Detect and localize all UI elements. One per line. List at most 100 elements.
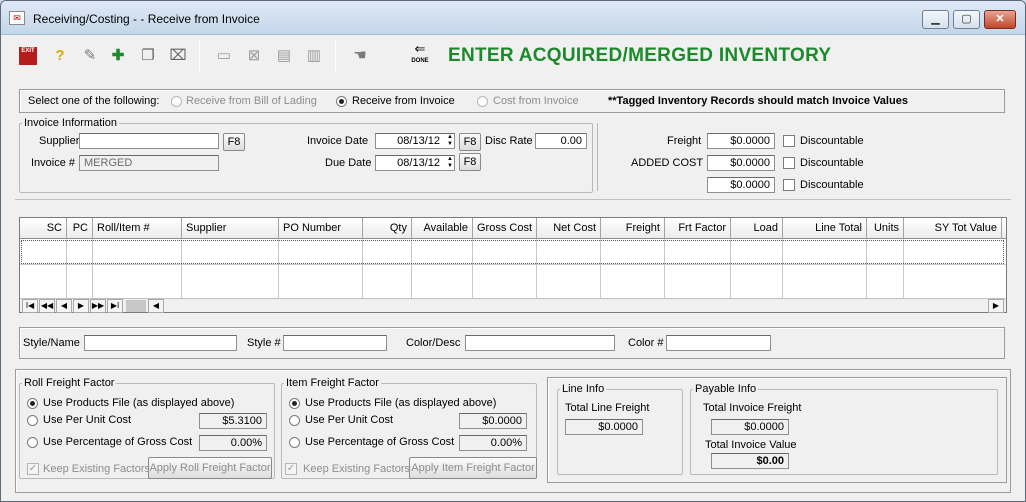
col-available[interactable]: Available bbox=[412, 218, 473, 239]
nav-prev-button[interactable]: ◀ bbox=[56, 299, 72, 313]
item-per-unit-input[interactable]: $0.0000 bbox=[459, 413, 527, 429]
scroll-left-button[interactable]: ◀ bbox=[148, 299, 164, 313]
grid-header: SC PC Roll/Item # Supplier PO Number Qty… bbox=[20, 218, 1006, 239]
roll-radio-percentage[interactable] bbox=[27, 437, 38, 448]
radio-cost-from-invoice-label: Cost from Invoice bbox=[493, 95, 579, 107]
nav-next-page-button[interactable]: ▶▶ bbox=[90, 299, 106, 313]
nav-last-button[interactable]: ▶I bbox=[107, 299, 123, 313]
hand-button[interactable]: ☚ bbox=[347, 43, 373, 69]
disc-rate-label: Disc Rate bbox=[485, 135, 533, 147]
due-date-input[interactable]: 08/13/12 ▲ ▼ bbox=[375, 155, 455, 171]
exit-label: EXIT bbox=[21, 48, 35, 54]
invoice-no-label: Invoice # bbox=[31, 157, 76, 169]
copy-button[interactable]: ❐ bbox=[135, 43, 161, 69]
other-discountable-checkbox[interactable] bbox=[783, 179, 795, 191]
minimize-button[interactable]: ▁ bbox=[922, 10, 949, 29]
col-qty[interactable]: Qty bbox=[363, 218, 412, 239]
invoice-no-input[interactable]: MERGED bbox=[79, 155, 219, 171]
invoice-date-input[interactable]: 08/13/12 ▲ ▼ bbox=[375, 133, 455, 149]
total-line-freight-value: $0.0000 bbox=[565, 419, 643, 435]
item-keep-factors-checkbox[interactable]: ✓ bbox=[285, 463, 297, 475]
item-percentage-input[interactable]: 0.00% bbox=[459, 435, 527, 451]
delete-button[interactable]: ⌧ bbox=[165, 43, 191, 69]
col-units[interactable]: Units bbox=[867, 218, 904, 239]
roll-radio-per-unit[interactable] bbox=[27, 415, 38, 426]
col-freight[interactable]: Freight bbox=[601, 218, 665, 239]
roll-freight-legend: Roll Freight Factor bbox=[24, 377, 115, 389]
supplier-f8-button[interactable]: F8 bbox=[223, 133, 245, 151]
col-frt-factor[interactable]: Frt Factor bbox=[665, 218, 731, 239]
nav-next-button[interactable]: ▶ bbox=[73, 299, 89, 313]
hand-icon: ☚ bbox=[353, 47, 367, 64]
item-radio-per-unit[interactable] bbox=[289, 415, 300, 426]
tag-button-3[interactable]: ▤ bbox=[271, 43, 297, 69]
color-desc-input[interactable] bbox=[465, 335, 615, 351]
apply-item-freight-button[interactable]: Apply Item Freight Factor bbox=[409, 457, 537, 479]
exit-button[interactable]: EXIT bbox=[15, 43, 41, 69]
nav-first-button[interactable]: I◀ bbox=[22, 299, 38, 313]
invoice-date-f8-button[interactable]: F8 bbox=[459, 133, 481, 151]
color-no-label: Color # bbox=[628, 337, 664, 349]
col-roll-item[interactable]: Roll/Item # bbox=[93, 218, 182, 239]
freight-label: Freight bbox=[667, 135, 702, 147]
col-gross-cost[interactable]: Gross Cost bbox=[473, 218, 537, 239]
done-label: DONE bbox=[411, 58, 429, 64]
radio-cost-from-invoice[interactable] bbox=[477, 96, 488, 107]
item-radio-products-file[interactable] bbox=[289, 398, 300, 409]
done-button[interactable]: ⇐ DONE bbox=[407, 42, 433, 69]
title-bar[interactable]: ✉ Receiving/Costing - - Receive from Inv… bbox=[1, 1, 1025, 35]
freight-input[interactable]: $0.0000 bbox=[707, 133, 775, 149]
tag-button-1[interactable]: ▭ bbox=[211, 43, 237, 69]
disc-rate-input[interactable]: 0.00 bbox=[535, 133, 587, 149]
scrollbar-thumb[interactable] bbox=[126, 300, 146, 312]
tools-button[interactable]: ✎ bbox=[77, 43, 103, 69]
item-radio-percentage[interactable] bbox=[289, 437, 300, 448]
added-cost-input[interactable]: $0.0000 bbox=[707, 155, 775, 171]
col-load[interactable]: Load bbox=[731, 218, 783, 239]
apply-roll-freight-button[interactable]: Apply Roll Freight Factor bbox=[148, 457, 272, 479]
roll-per-unit-input[interactable]: $5.3100 bbox=[199, 413, 267, 429]
col-net-cost[interactable]: Net Cost bbox=[537, 218, 601, 239]
radio-invoice[interactable] bbox=[336, 96, 347, 107]
radio-bill-of-lading[interactable] bbox=[171, 96, 182, 107]
supplier-input[interactable] bbox=[79, 133, 219, 149]
freight-discountable-checkbox[interactable] bbox=[783, 135, 795, 147]
roll-products-file-label: Use Products File (as displayed above) bbox=[43, 397, 235, 409]
section-divider bbox=[15, 199, 1011, 200]
tag-button-2[interactable]: ⊠ bbox=[241, 43, 267, 69]
scroll-right-button[interactable]: ▶ bbox=[988, 299, 1004, 313]
style-no-input[interactable] bbox=[283, 335, 387, 351]
other-charge-input[interactable]: $0.0000 bbox=[707, 177, 775, 193]
table-row[interactable] bbox=[21, 240, 1004, 264]
item-percentage-label: Use Percentage of Gross Cost bbox=[305, 436, 455, 448]
col-po-number[interactable]: PO Number bbox=[279, 218, 363, 239]
roll-percentage-input[interactable]: 0.00% bbox=[199, 435, 267, 451]
col-sy-tot-value[interactable]: SY Tot Value bbox=[904, 218, 1002, 239]
total-invoice-value-label: Total Invoice Value bbox=[705, 439, 797, 451]
col-supplier[interactable]: Supplier bbox=[182, 218, 279, 239]
col-line-total[interactable]: Line Total bbox=[783, 218, 867, 239]
roll-keep-factors-checkbox[interactable]: ✓ bbox=[27, 463, 39, 475]
grid-navigator: I◀ ◀◀ ◀ ▶ ▶▶ ▶I ◀ ▶ bbox=[20, 298, 1006, 313]
due-date-f8-button[interactable]: F8 bbox=[459, 153, 481, 171]
close-button[interactable]: ✕ bbox=[984, 10, 1016, 29]
style-bar-panel: Style/Name Style # Color/Desc Color # bbox=[19, 327, 1005, 359]
added-cost-discountable-checkbox[interactable] bbox=[783, 157, 795, 169]
style-name-label: Style/Name bbox=[23, 337, 80, 349]
tag-button-4[interactable]: ▥ bbox=[301, 43, 327, 69]
radio-bill-of-lading-label: Receive from Bill of Lading bbox=[186, 95, 317, 107]
help-button[interactable]: ? bbox=[47, 43, 73, 69]
style-name-input[interactable] bbox=[84, 335, 237, 351]
color-no-input[interactable] bbox=[666, 335, 771, 351]
tag-icon: ▤ bbox=[276, 47, 292, 64]
roll-radio-products-file[interactable] bbox=[27, 398, 38, 409]
col-pc[interactable]: PC bbox=[67, 218, 93, 239]
add-button[interactable]: ✚ bbox=[105, 43, 131, 69]
maximize-button[interactable]: ▢ bbox=[953, 10, 980, 29]
col-sc[interactable]: SC bbox=[20, 218, 67, 239]
due-date-label: Due Date bbox=[325, 157, 372, 169]
nav-prev-page-button[interactable]: ◀◀ bbox=[39, 299, 55, 313]
roll-per-unit-label: Use Per Unit Cost bbox=[43, 414, 132, 426]
items-grid[interactable]: SC PC Roll/Item # Supplier PO Number Qty… bbox=[19, 217, 1007, 313]
roll-keep-factors-label: Keep Existing Factors bbox=[43, 463, 150, 475]
